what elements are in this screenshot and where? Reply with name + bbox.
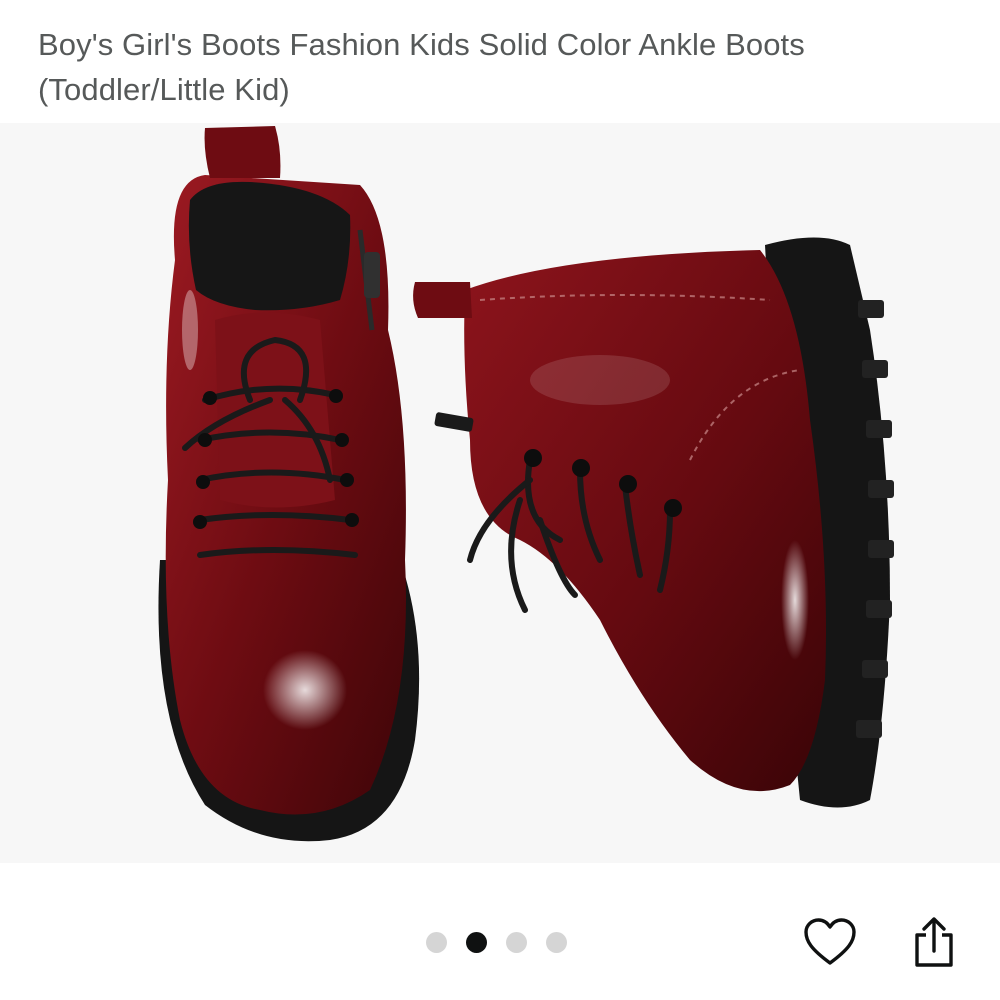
wishlist-button[interactable]: [800, 910, 860, 974]
heart-icon: [804, 918, 856, 965]
image-carousel-indicator: [426, 930, 567, 954]
product-detail-page: Boy's Girl's Boots Fashion Kids Solid Co…: [0, 0, 1000, 1000]
carousel-dot[interactable]: [426, 931, 447, 953]
carousel-dot[interactable]: [546, 931, 567, 953]
right-boot-graphic: [413, 237, 894, 808]
product-title: Boy's Girl's Boots Fashion Kids Solid Co…: [38, 27, 805, 107]
carousel-dot[interactable]: [506, 931, 527, 953]
product-image[interactable]: [0, 123, 1000, 863]
left-boot-graphic: [158, 126, 420, 842]
carousel-dot-active[interactable]: [466, 931, 487, 953]
share-icon: [915, 917, 953, 967]
share-button[interactable]: [904, 910, 964, 974]
